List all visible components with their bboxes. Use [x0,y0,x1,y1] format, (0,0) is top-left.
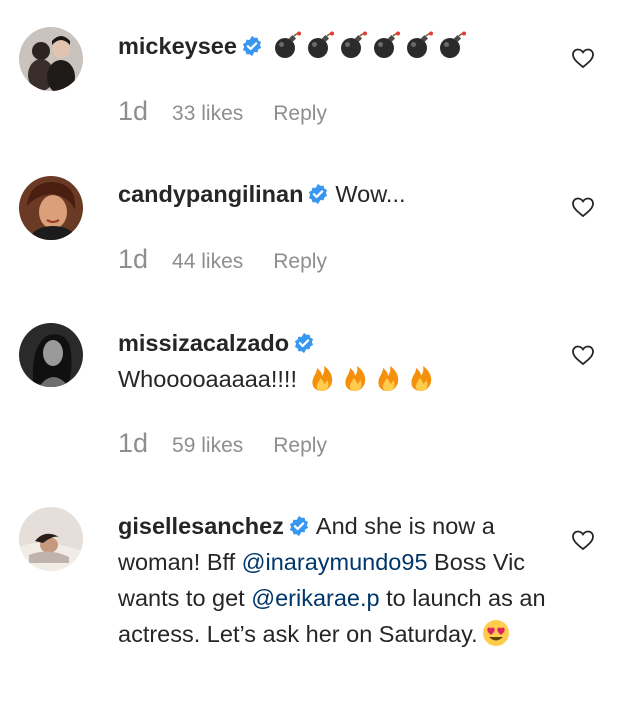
mention-link[interactable]: @erikarae.p [251,585,379,611]
timestamp[interactable]: 1d [118,428,148,459]
comment-body: mickeysee [118,28,558,64]
like-heart-icon[interactable] [571,195,595,219]
reply-button[interactable]: Reply [273,102,327,126]
verified-badge-icon [288,515,310,537]
mention-link[interactable]: @inaraymundo95 [242,549,428,575]
heart-eyes-icon [481,618,511,648]
reply-button[interactable]: Reply [273,434,327,458]
avatar[interactable] [19,27,83,91]
username[interactable]: gisellesanchez [118,513,284,539]
reply-button[interactable]: Reply [273,250,327,274]
avatar[interactable] [19,323,83,387]
verified-badge-icon [293,332,315,354]
username[interactable]: mickeysee [118,33,237,59]
like-heart-icon[interactable] [571,46,595,70]
comment-text: Wow... [335,181,406,207]
username[interactable]: candypangilinan [118,181,303,207]
comment-meta: 1d 33 likes Reply [118,96,327,127]
bomb-icon [371,30,401,60]
username[interactable]: missizacalzado [118,330,289,356]
comment-body: candypangilinan Wow... [118,176,558,212]
likes-count[interactable]: 59 likes [172,434,243,458]
avatar[interactable] [19,176,83,240]
comments-list: mickeysee 1d 33 likes Reply candypangili… [0,0,644,702]
bomb-icon [437,30,467,60]
bomb-icon [338,30,368,60]
fire-icon [406,363,436,393]
comment-body: gisellesanchez And she is now a woman! Bf… [118,508,558,652]
timestamp[interactable]: 1d [118,244,148,275]
timestamp[interactable]: 1d [118,96,148,127]
avatar[interactable] [19,507,83,571]
comment-meta: 1d 59 likes Reply [118,428,327,459]
verified-badge-icon [241,35,263,57]
likes-count[interactable]: 44 likes [172,250,243,274]
fire-icon [340,363,370,393]
comment-text: Whooooaaaaa!!!! [118,366,297,392]
comment-meta: 1d 44 likes Reply [118,244,327,275]
fire-icon [373,363,403,393]
bomb-icon [404,30,434,60]
comment-body: missizacalzado Whooooaaaaa!!!! [118,325,558,397]
verified-badge-icon [307,183,329,205]
like-heart-icon[interactable] [571,528,595,552]
like-heart-icon[interactable] [571,343,595,367]
likes-count[interactable]: 33 likes [172,102,243,126]
fire-icon [307,363,337,393]
bomb-icon [272,30,302,60]
bomb-icon [305,30,335,60]
